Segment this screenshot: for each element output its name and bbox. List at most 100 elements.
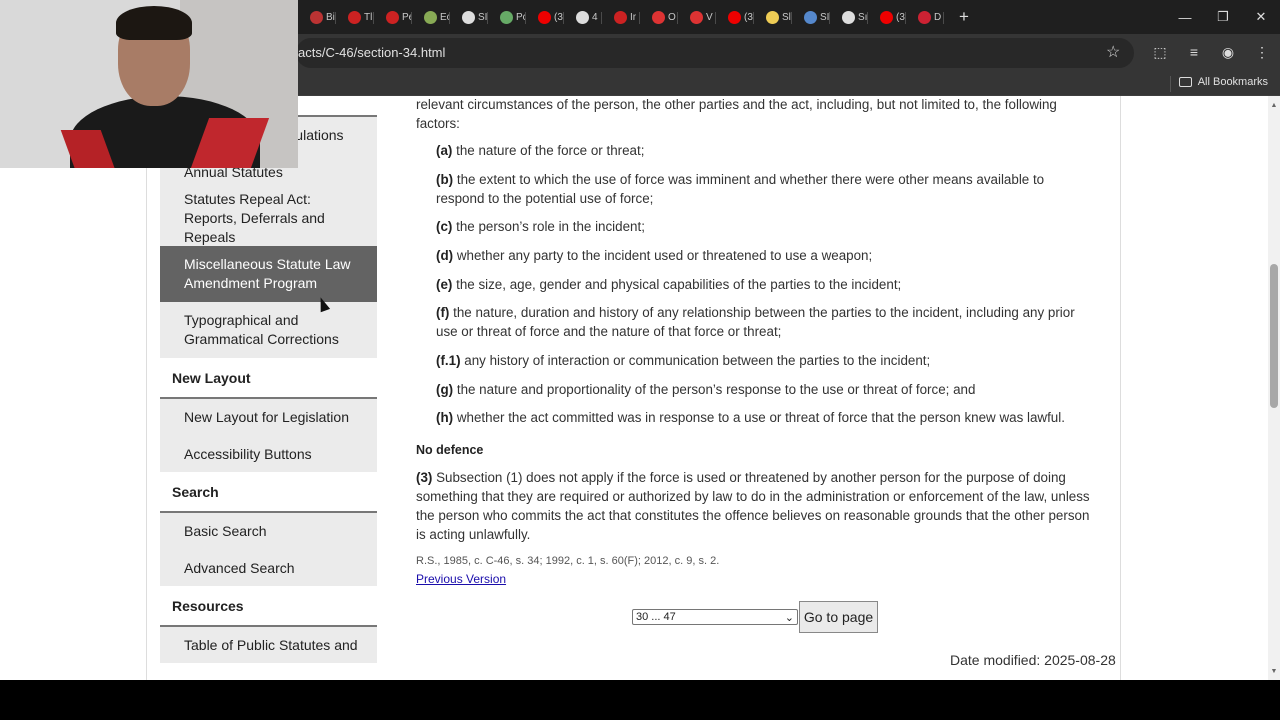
factor-text: whether the act committed was in respons… (456, 410, 1065, 425)
factor-text: the person’s role in the incident; (456, 219, 645, 234)
browser-tab[interactable]: V (678, 4, 716, 30)
webcam-overlay (0, 0, 298, 168)
tab-label: Ec (440, 11, 450, 23)
sidebar-item-typographical-and-grammatical-corrections[interactable]: Typographical and Grammatical Correction… (160, 302, 377, 358)
all-bookmarks-label: All Bookmarks (1197, 76, 1268, 88)
page-divider-left (146, 96, 147, 680)
bottom-bar (0, 680, 1280, 720)
browser-tab[interactable]: Ir (602, 4, 640, 30)
factor-text: any history of interaction or communicat… (464, 353, 931, 368)
tab-favicon-icon (918, 10, 931, 24)
sidebar-item-statutes-repeal-act-reports-deferrals-and-repeals[interactable]: Statutes Repeal Act: Reports, Deferrals … (160, 190, 377, 246)
browser-tab[interactable]: O (640, 4, 678, 30)
sidebar-item-accessibility-buttons[interactable]: Accessibility Buttons (160, 436, 377, 472)
browser-tab[interactable]: (3 (868, 4, 906, 30)
subsection-3-marker: (3) (416, 470, 433, 485)
chevron-down-icon: ⌄ (784, 611, 794, 624)
sidebar-heading-new-layout: New Layout (160, 358, 377, 399)
tab-label: Sl (782, 11, 791, 23)
browser-tab[interactable]: Pe (374, 4, 412, 30)
factor-marker: (f.1) (436, 353, 461, 368)
page-range-value: 30 ... 47 (636, 611, 676, 623)
browser-tab[interactable]: Pc (488, 4, 526, 30)
page-navigation: 30 ... 47 ⌄ Go to page (632, 601, 878, 633)
close-icon[interactable]: ✕ (1242, 0, 1280, 34)
factor-marker: (g) (436, 382, 454, 397)
tab-favicon-icon (804, 10, 817, 24)
browser-tab[interactable]: Ec (412, 4, 450, 30)
browser-tab[interactable]: SI (450, 4, 488, 30)
sidebar-item-label: Miscellaneous Statute Law Amendment Prog… (184, 256, 351, 291)
sidebar-item-label: Table of Public Statutes and (184, 636, 358, 653)
factor-item: (c) the person’s role in the incident; (436, 217, 1086, 236)
tab-favicon-icon (538, 10, 551, 24)
browser-tab[interactable]: Sı (830, 4, 868, 30)
bookmark-separator (1170, 76, 1171, 92)
tab-label: Pe (402, 11, 412, 23)
tab-label: (3 (744, 11, 753, 23)
intro-text: relevant circumstances of the person, th… (416, 97, 1057, 131)
scrollbar[interactable]: ▲ ▼ (1268, 96, 1280, 680)
sidebar-item-label: Statutes Repeal Act: Reports, Deferrals … (184, 190, 325, 245)
restore-icon[interactable]: ❐ (1204, 0, 1242, 34)
tab-favicon-icon (576, 10, 589, 24)
tab-favicon-icon (690, 10, 703, 24)
sidebar-item-label: Advanced Search (184, 559, 295, 576)
browser-tab[interactable]: SI (792, 4, 830, 30)
browser-tab[interactable]: Sl (754, 4, 792, 30)
bookmark-star-icon[interactable]: ☆ (1106, 42, 1120, 62)
sidebar-item-label: Basic Search (184, 523, 267, 539)
scrollbar-thumb[interactable] (1270, 264, 1278, 408)
go-to-page-button[interactable]: Go to page (799, 601, 878, 633)
tab-label: Ir (630, 11, 637, 23)
scroll-up-icon[interactable]: ▲ (1268, 100, 1280, 112)
url-text[interactable]: acts/C-46/section-34.html (298, 45, 445, 60)
previous-version-link[interactable]: Previous Version (416, 570, 506, 589)
tab-favicon-icon (652, 10, 665, 24)
factor-item: (e) the size, age, gender and physical c… (436, 275, 1086, 294)
browser-tab[interactable]: Tl (336, 4, 374, 30)
media-controls-icon[interactable]: ≡ (1182, 40, 1206, 64)
factor-item: (d) whether any party to the incident us… (436, 246, 1086, 265)
tab-label: SI (478, 11, 488, 23)
sidebar-heading-search: Search (160, 472, 377, 513)
sidebar-item-label: New Layout for Legislation (184, 409, 349, 425)
factor-text: the extent to which the use of force was… (436, 172, 1045, 206)
browser-tab[interactable]: (3 (526, 4, 564, 30)
extensions-icon[interactable]: ⬚ (1148, 40, 1172, 64)
tab-label: Pc (516, 11, 526, 23)
sidebar-item-basic-search[interactable]: Basic Search (160, 513, 377, 550)
factor-item: (f.1) any history of interaction or comm… (436, 351, 1086, 370)
sidebar-item-miscellaneous-statute-law-amendment-program[interactable]: Miscellaneous Statute Law Amendment Prog… (160, 246, 377, 302)
sidebar: Consolidated RegulationsAnnual StatutesS… (160, 96, 377, 680)
minimize-icon[interactable]: — (1166, 0, 1204, 34)
tab-favicon-icon (386, 10, 399, 24)
scroll-down-icon[interactable]: ▼ (1268, 666, 1280, 678)
browser-tab[interactable]: D (906, 4, 944, 30)
factor-text: the size, age, gender and physical capab… (456, 277, 902, 292)
page-range-select[interactable]: 30 ... 47 ⌄ (632, 609, 798, 625)
sidebar-item-label: Accessibility Buttons (184, 445, 312, 462)
new-tab-icon[interactable]: + (954, 7, 974, 27)
sidebar-item-new-layout-for-legislation[interactable]: New Layout for Legislation (160, 399, 377, 436)
tab-favicon-icon (424, 10, 437, 24)
folder-icon (1178, 77, 1192, 87)
factor-item: (f) the nature, duration and history of … (436, 303, 1086, 341)
tab-strip: Bi Tl Pe Ec SI Pc (3 4 Ir O V (3 Sl SI Sı (3 D + (298, 0, 974, 34)
tab-label: V (706, 11, 713, 23)
menu-icon[interactable]: ⋮ (1250, 40, 1274, 64)
tab-label: Sı (858, 11, 868, 23)
browser-tab[interactable]: (3 (716, 4, 754, 30)
profile-icon[interactable]: ◉ (1216, 40, 1240, 64)
factor-text: whether any party to the incident used o… (456, 248, 873, 263)
browser-tab[interactable]: 4 (564, 4, 602, 30)
browser-tab[interactable]: Bi (298, 4, 336, 30)
page-viewport: Consolidated RegulationsAnnual StatutesS… (0, 96, 1268, 680)
all-bookmarks-button[interactable]: All Bookmarks (1178, 76, 1268, 88)
sidebar-item-table-of-public-statutes-and[interactable]: Table of Public Statutes and (160, 627, 377, 663)
tab-favicon-icon (500, 10, 513, 24)
subsection-3-text: Subsection (1) does not apply if the for… (416, 470, 1090, 542)
sidebar-item-advanced-search[interactable]: Advanced Search (160, 550, 377, 586)
factor-item: (g) the nature and proportionality of th… (436, 380, 1086, 399)
tab-favicon-icon (880, 10, 893, 24)
